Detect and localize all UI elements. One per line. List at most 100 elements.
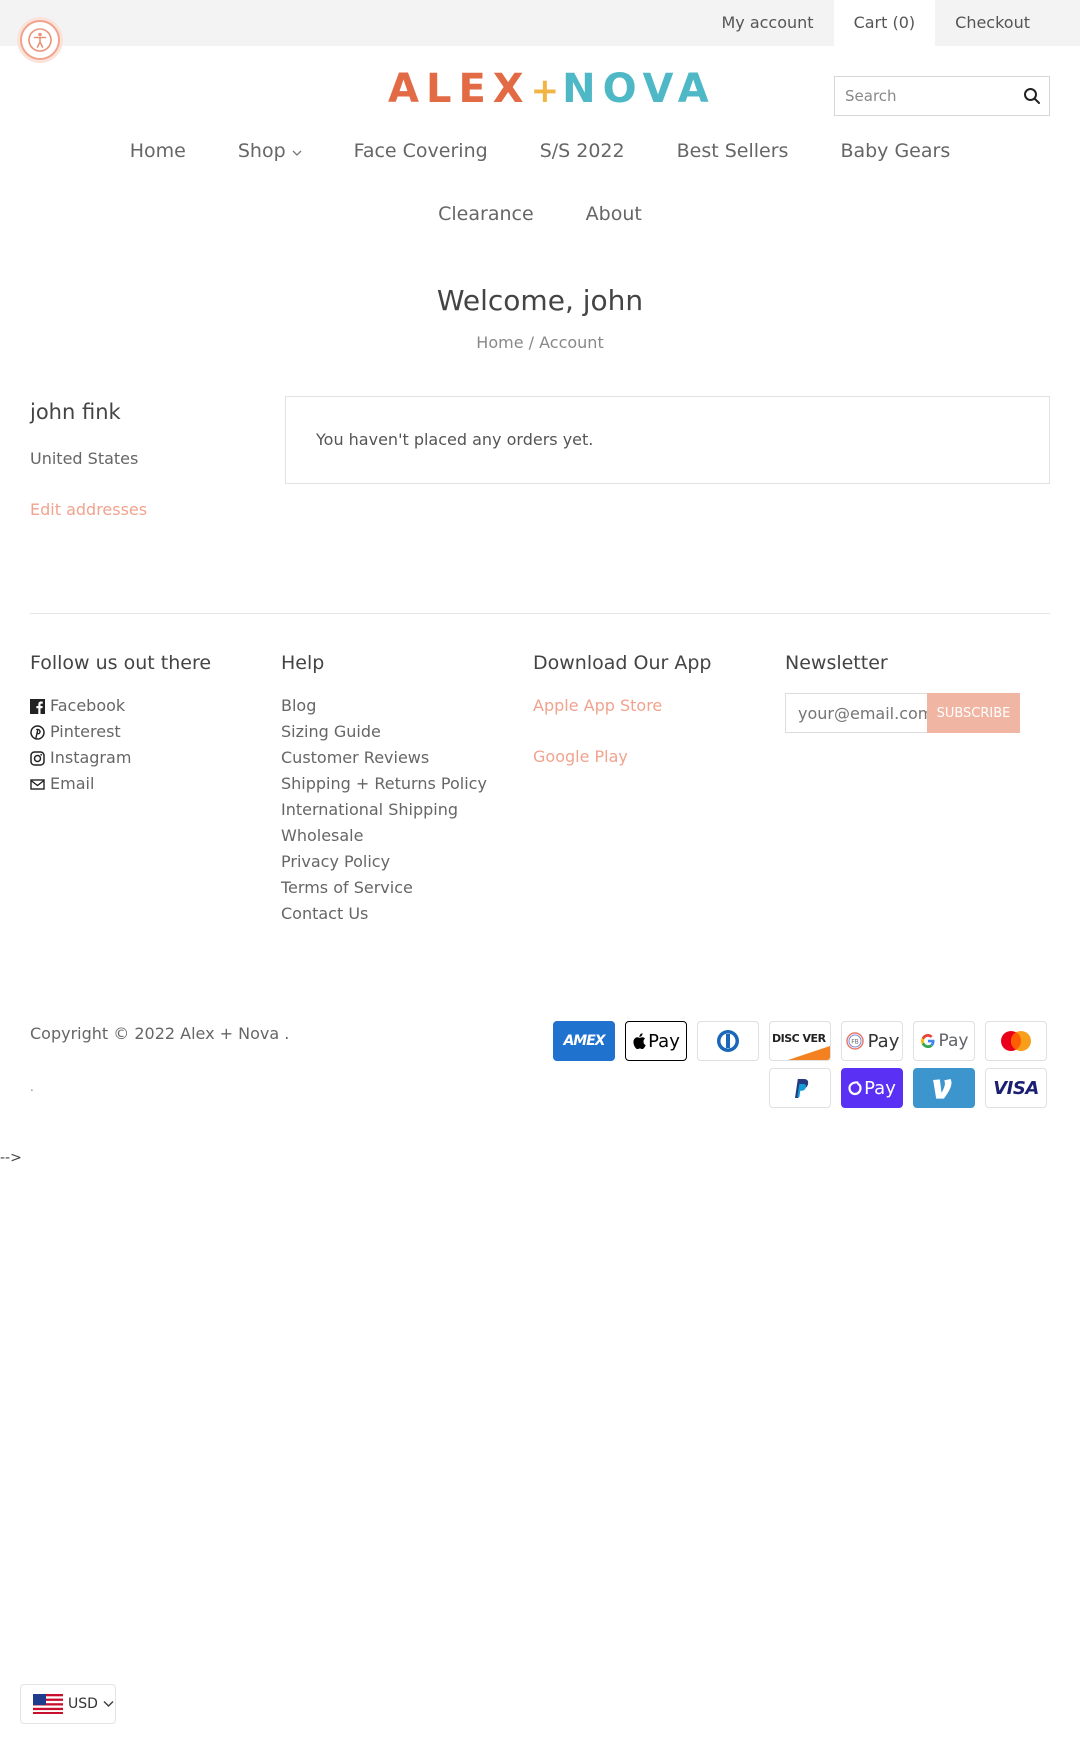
chevron-down-icon [103,1696,114,1712]
nav-home[interactable]: Home [104,140,212,162]
shop-pay-logo-icon [848,1081,862,1096]
fb-pay-logo-icon: FB [845,1032,864,1050]
google-pay-label: Pay [938,1031,969,1051]
subscribe-button[interactable]: SUBSCRIBE [927,693,1020,733]
nav-face-covering[interactable]: Face Covering [328,140,514,162]
breadcrumb-separator: / [528,333,535,352]
amex-label: AMEX [563,1033,605,1049]
main-nav-row-2: Clearance About [0,203,1080,225]
paypal-icon [769,1068,831,1108]
pinterest-icon [30,724,45,740]
nav-about[interactable]: About [560,203,668,225]
my-account-link[interactable]: My account [701,0,833,46]
brand-logo[interactable]: ALEX+NOVA [388,66,709,116]
apple-pay-icon: Pay [625,1021,687,1061]
currency-code: USD [68,1696,98,1712]
footer-app-column: Download Our App Apple App Store Google … [533,652,711,770]
visa-label: VISA [993,1077,1039,1099]
nav-best-sellers[interactable]: Best Sellers [651,140,815,162]
pinterest-link[interactable]: Pinterest [30,719,211,745]
shop-pay-icon: Pay [841,1068,903,1108]
accessibility-icon [28,28,52,52]
edit-addresses-link[interactable]: Edit addresses [30,500,147,519]
breadcrumb-current: Account [539,333,604,352]
nav-baby-gears[interactable]: Baby Gears [814,140,976,162]
accessibility-button[interactable] [20,20,60,60]
copyright-text: Copyright © 2022 Alex + Nova . [30,1024,290,1043]
nav-clearance[interactable]: Clearance [412,203,560,225]
instagram-label: Instagram [50,748,132,767]
footer-follow-title: Follow us out there [30,652,212,674]
fb-pay-label: Pay [867,1030,900,1052]
email-label: Email [50,774,95,793]
help-link-customer-reviews[interactable]: Customer Reviews [281,745,487,771]
logo-text-alex: ALEX [388,66,531,112]
search-icon[interactable] [1023,87,1041,109]
apple-pay-label: Pay [648,1030,680,1052]
footer-newsletter-title: Newsletter [785,652,888,674]
us-flag-icon [33,1694,63,1714]
nav-ss-2022[interactable]: S/S 2022 [514,140,651,162]
footer-newsletter-column: Newsletter SUBSCRIBE [785,652,1020,733]
logo-plus: + [530,71,563,111]
footer-app-title: Download Our App [533,652,712,674]
svg-text:FB: FB [851,1039,859,1046]
help-link-blog[interactable]: Blog [281,693,487,719]
venmo-icon [913,1068,975,1108]
search-input[interactable] [835,77,1015,115]
diners-club-icon [697,1021,759,1061]
instagram-icon [30,750,45,766]
shop-pay-label: Pay [864,1077,896,1099]
customer-country: United States [30,449,139,468]
help-link-contact-us[interactable]: Contact Us [281,901,487,927]
discover-label: DISC VER [772,1032,826,1045]
nav-shop[interactable]: Shop [212,140,328,162]
google-pay-icon: Pay [913,1021,975,1061]
facebook-pay-icon: FB Pay [841,1021,903,1061]
checkout-link[interactable]: Checkout [935,0,1050,46]
breadcrumb: Home / Account [0,333,1080,352]
top-bar-links: My account Cart (0) Checkout [701,0,1050,46]
nav-shop-label: Shop [237,140,286,162]
footer-follow-column: Follow us out there Facebook Pinterest I… [30,652,211,797]
help-link-shipping-returns[interactable]: Shipping + Returns Policy [281,771,487,797]
orders-panel: You haven't placed any orders yet. [285,396,1050,484]
orders-empty-message: You haven't placed any orders yet. [316,430,594,449]
chevron-down-icon [292,140,302,162]
cart-link[interactable]: Cart (0) [833,0,936,46]
mastercard-icon [985,1021,1047,1061]
help-link-privacy-policy[interactable]: Privacy Policy [281,849,487,875]
currency-selector[interactable]: USD [20,1684,116,1724]
page-title: Welcome, john [436,284,644,317]
help-link-sizing-guide[interactable]: Sizing Guide [281,719,487,745]
visa-icon: VISA [985,1068,1047,1108]
help-link-wholesale[interactable]: Wholesale [281,823,487,849]
help-link-terms-of-service[interactable]: Terms of Service [281,875,487,901]
email-icon [30,778,45,790]
facebook-icon [30,698,45,714]
customer-name: john fink [30,400,121,424]
top-bar: My account Cart (0) Checkout [0,0,1080,46]
main-nav-row-1: Home Shop Face Covering S/S 2022 Best Se… [0,140,1080,162]
footer-help-column: Help Blog Sizing Guide Customer Reviews … [281,652,487,927]
instagram-link[interactable]: Instagram [30,745,211,771]
google-play-link[interactable]: Google Play [533,744,711,770]
amex-icon: AMEX [553,1021,615,1061]
breadcrumb-home[interactable]: Home [476,333,523,352]
facebook-link[interactable]: Facebook [30,693,211,719]
search-box [834,76,1050,116]
help-link-international-shipping[interactable]: International Shipping [281,797,487,823]
stray-comment-text: --> [0,1150,22,1166]
footer-divider [30,613,1050,614]
pinterest-label: Pinterest [50,722,121,741]
facebook-label: Facebook [50,696,126,715]
apple-app-store-link[interactable]: Apple App Store [533,693,711,719]
newsletter-email-input[interactable] [785,693,927,733]
footer-dot: . [30,1080,34,1094]
google-g-icon [920,1034,935,1048]
newsletter-form: SUBSCRIBE [785,693,1020,733]
logo-text-nova: NOVA [562,66,716,112]
footer-help-title: Help [281,652,325,674]
email-link[interactable]: Email [30,771,211,797]
discover-icon: DISC VER [769,1021,831,1061]
